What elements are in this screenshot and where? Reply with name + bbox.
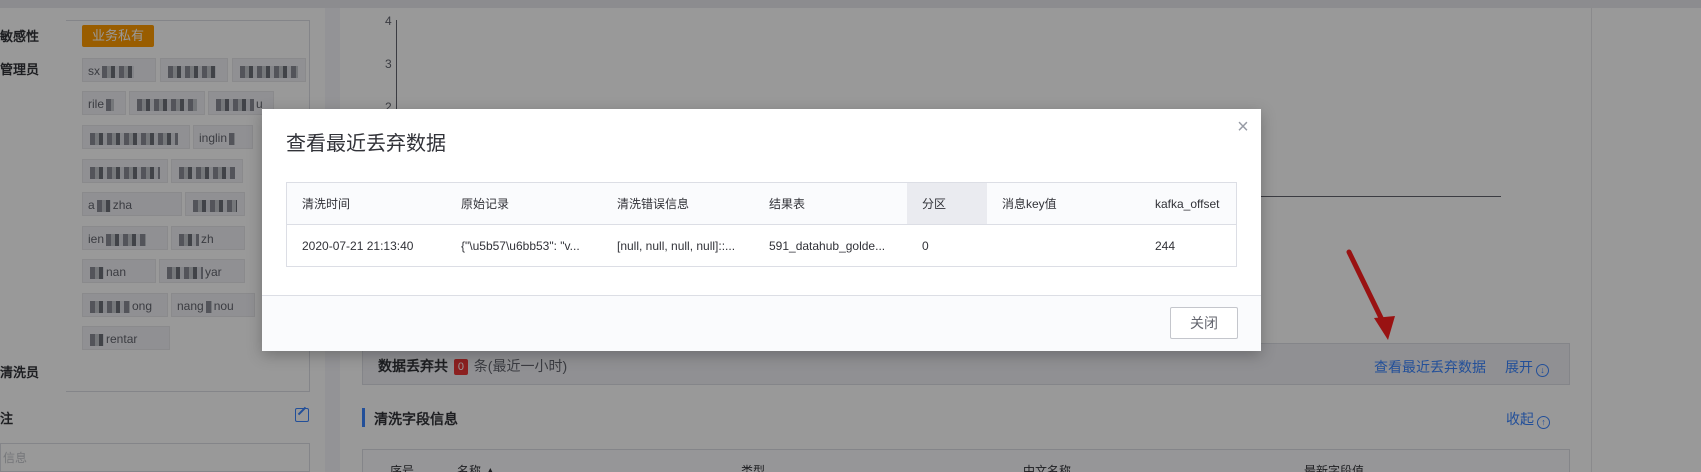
cell-clean-time: 2020-07-21 21:13:40 [302, 238, 414, 253]
col-message-key: 消息key值 [1002, 197, 1057, 211]
col-result-table: 结果表 [769, 197, 806, 211]
cell-kafka-offset: 244 [1155, 238, 1176, 253]
cell-partition: 0 [922, 238, 929, 253]
col-error-info: 清洗错误信息 [617, 197, 690, 211]
cell-error-info: [null, null, null, null]::... [617, 238, 736, 253]
col-raw-record: 原始记录 [461, 197, 510, 211]
recent-discards-dialog: 查看最近丢弃数据 × 清洗时间 原始记录 清洗错误信息 结果表 分区 消息key… [262, 109, 1261, 351]
cell-raw-record: {"\u5b57\u6bb53": "v... [461, 238, 580, 253]
cell-message-key [987, 225, 1140, 266]
dialog-footer: 关闭 [262, 295, 1261, 351]
close-button[interactable]: 关闭 [1170, 307, 1238, 339]
table-row: 2020-07-21 21:13:40 {"\u5b57\u6bb53": "v… [287, 225, 1236, 266]
table-header-row: 清洗时间 原始记录 清洗错误信息 结果表 分区 消息key值 kafka_off… [287, 183, 1236, 225]
col-kafka-offset: kafka_offset [1155, 196, 1220, 211]
cell-result-table: 591_datahub_golde... [769, 238, 886, 253]
close-icon[interactable]: × [1230, 114, 1256, 140]
col-partition: 分区 [907, 183, 987, 224]
discard-table: 清洗时间 原始记录 清洗错误信息 结果表 分区 消息key值 kafka_off… [286, 182, 1237, 267]
col-clean-time: 清洗时间 [302, 197, 351, 211]
dialog-title: 查看最近丢弃数据 [286, 133, 446, 155]
